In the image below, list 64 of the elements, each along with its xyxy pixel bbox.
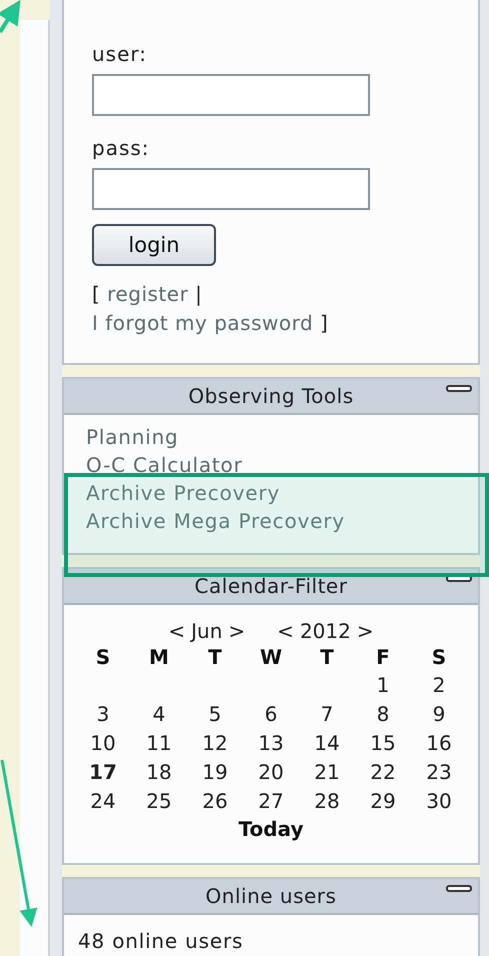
calendar-day[interactable]: 14 <box>299 729 355 758</box>
calendar-day[interactable]: 29 <box>355 787 411 816</box>
calendar-day[interactable]: 30 <box>411 787 467 816</box>
calendar-day[interactable]: 16 <box>411 729 467 758</box>
calendar-day[interactable]: 28 <box>299 787 355 816</box>
minimize-button[interactable] <box>446 385 472 392</box>
tool-link[interactable]: Planning <box>86 423 179 451</box>
weekday-label: W <box>258 644 284 671</box>
previous-month-link[interactable]: < <box>168 619 186 643</box>
tool-link[interactable]: Archive Precovery <box>86 479 280 507</box>
today-link[interactable]: Today <box>238 816 304 842</box>
calendar-day[interactable]: 25 <box>131 787 187 816</box>
panel-title: Calendar-Filter <box>194 574 348 598</box>
calendar-day[interactable]: 17 <box>75 758 131 787</box>
calendar-day[interactable]: 4 <box>131 700 187 729</box>
input-field[interactable] <box>92 168 370 210</box>
weekday-label: T <box>319 644 335 671</box>
next-month-link[interactable]: > <box>228 619 246 643</box>
online-count: 48 online users <box>78 929 244 953</box>
field-label: user: <box>92 42 148 66</box>
year-label: 2012 <box>300 619 351 643</box>
panel-title: Observing Tools <box>188 384 354 408</box>
calendar-day[interactable]: 8 <box>355 700 411 729</box>
account-links: [ register | I forgot my password ] <box>92 281 330 337</box>
minimize-button[interactable] <box>446 885 472 892</box>
panel-title: Online users <box>206 884 336 908</box>
calendar-day[interactable]: 19 <box>187 758 243 787</box>
minimize-button[interactable] <box>446 575 472 582</box>
calendar-day[interactable]: 23 <box>411 758 467 787</box>
calendar-day[interactable]: 26 <box>187 787 243 816</box>
calendar-day[interactable]: 3 <box>75 700 131 729</box>
login-button[interactable]: login <box>92 224 216 266</box>
tool-link[interactable]: Archive Mega Precovery <box>86 507 345 535</box>
weekday-label: M <box>148 644 170 671</box>
weekday-label: F <box>375 644 391 671</box>
next-year-link[interactable]: > <box>356 619 374 643</box>
weekday-label: T <box>207 644 223 671</box>
calendar-day[interactable]: 9 <box>411 700 467 729</box>
tool-link[interactable]: O-C Calculator <box>86 451 243 479</box>
calendar-day[interactable]: 12 <box>187 729 243 758</box>
calendar-day[interactable]: 10 <box>75 729 131 758</box>
weekday-label: S <box>94 644 112 671</box>
calendar-day[interactable]: 1 <box>355 671 411 700</box>
calendar-day[interactable]: 7 <box>299 700 355 729</box>
register-link[interactable]: register <box>107 282 188 306</box>
calendar-day[interactable]: 15 <box>355 729 411 758</box>
forgot-password-link[interactable]: I forgot my password <box>92 311 314 335</box>
previous-year-link[interactable]: < <box>277 619 294 643</box>
calendar-day[interactable]: 21 <box>299 758 355 787</box>
calendar-day[interactable]: 24 <box>75 787 131 816</box>
calendar-day[interactable]: 11 <box>131 729 187 758</box>
calendar-day[interactable]: 27 <box>243 787 299 816</box>
field-label: pass: <box>92 136 150 160</box>
calendar-day[interactable]: 20 <box>243 758 299 787</box>
annotation-arrow <box>0 0 20 34</box>
input-field[interactable] <box>92 74 370 116</box>
weekday-label: S <box>430 644 448 671</box>
month-label: Jun <box>191 619 222 643</box>
calendar-day[interactable]: 18 <box>131 758 187 787</box>
calendar-day[interactable]: 13 <box>243 729 299 758</box>
calendar-day[interactable]: 5 <box>187 700 243 729</box>
calendar-day[interactable]: 22 <box>355 758 411 787</box>
calendar-day[interactable]: 2 <box>411 671 467 700</box>
calendar-day[interactable]: 6 <box>243 700 299 729</box>
